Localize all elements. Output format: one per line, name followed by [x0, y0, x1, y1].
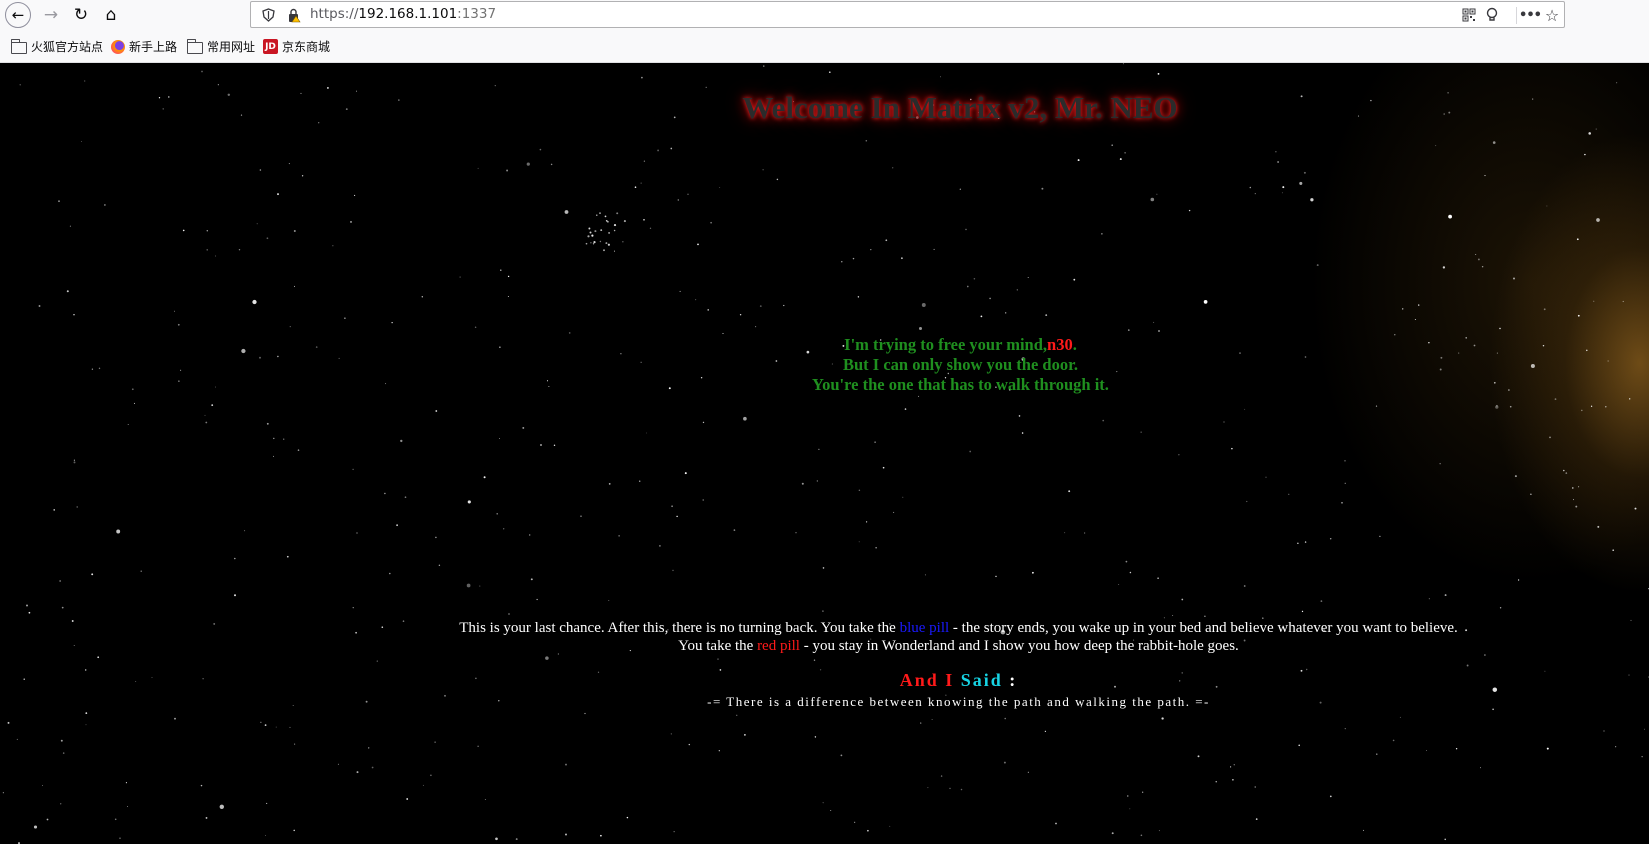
toolbar-separator [1516, 7, 1517, 24]
page-title: Welcome In Matrix v2, Mr. NEO [742, 90, 1178, 125]
bookmark-star-icon[interactable]: ☆ [1543, 6, 1561, 25]
more-icon[interactable]: ••• [1519, 6, 1542, 24]
chance-line-2: You take the red pill - you stay in Wond… [678, 638, 1239, 654]
last-chance-text: This is your last chance. After this, th… [0, 619, 1649, 655]
qr-code-icon[interactable] [1460, 6, 1478, 24]
forward-arrow-icon[interactable]: → [38, 2, 64, 28]
bookmark-label: 常用网址 [207, 40, 256, 54]
chance-line-1: This is your last chance. After this, th… [459, 620, 1458, 636]
folder-icon [186, 38, 203, 54]
starfield-background [2, 63, 1649, 844]
page-content: Welcome In Matrix v2, Mr. NEO I'm trying… [0, 63, 1649, 844]
home-icon[interactable]: ⌂ [98, 2, 124, 28]
bookmark-item[interactable]: 常用网址 [186, 38, 256, 55]
bookmarks-bar: 火狐官方站点 新手上路 常用网址 JD 京东商城 [0, 30, 1649, 63]
insecure-lock-icon[interactable] [285, 6, 303, 24]
url-text[interactable]: https://192.168.1.101:1337 [310, 6, 496, 22]
red-pill-text: red pill [757, 638, 800, 654]
motto-text: -= There is a difference between knowing… [707, 694, 1210, 709]
page-title-wrap: Welcome In Matrix v2, Mr. NEO [0, 90, 1649, 126]
jd-icon: JD [263, 39, 278, 54]
bookmark-item[interactable]: 火狐官方站点 [10, 38, 104, 55]
url-bar[interactable]: https://192.168.1.101:1337 ••• ☆ [250, 1, 1565, 28]
folder-icon [10, 38, 27, 54]
quote-line-2: But I can only show you the door. [842, 355, 1079, 374]
quote-block: I'm trying to free your mind,n30. But I … [0, 335, 1649, 395]
firefox-icon [111, 39, 125, 54]
quote-line-1: I'm trying to free your mind,n30. [844, 335, 1077, 354]
bookmark-label: 火狐官方站点 [31, 40, 104, 54]
blue-pill-text: blue pill [899, 620, 950, 636]
and-i-said-heading: And I Said : [899, 670, 1018, 690]
quote-line-3: You're the one that has to walk through … [812, 375, 1109, 394]
bookmark-item[interactable]: 新手上路 [111, 38, 177, 55]
reload-icon[interactable]: ↻ [68, 2, 94, 28]
bookmark-label: 京东商城 [282, 40, 331, 54]
lightbulb-icon[interactable] [1483, 6, 1501, 24]
username: n30 [1047, 335, 1073, 354]
back-arrow-icon[interactable]: ← [5, 2, 31, 28]
bookmark-item[interactable]: JD 京东商城 [263, 38, 330, 55]
browser-toolbar: ← → ↻ ⌂ https://192.168.1.101:1337 ••• ☆ [0, 0, 1649, 30]
bookmark-label: 新手上路 [129, 40, 178, 54]
tracking-shield-icon[interactable] [259, 6, 277, 24]
